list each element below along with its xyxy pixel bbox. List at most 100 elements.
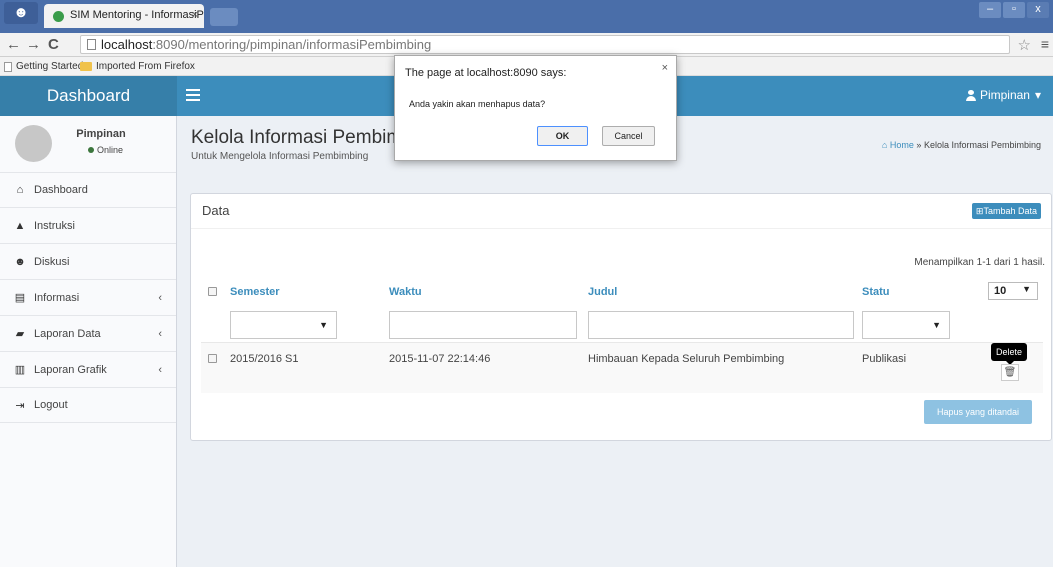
page-size-select[interactable]: 10 ▼ [988,282,1038,300]
users-icon: ☻ [14,255,26,268]
ok-button[interactable]: OK [537,126,588,146]
sidebar-item-laporan-grafik[interactable]: ▥ Laporan Grafik ‹ [0,351,176,387]
home-icon: ⌂ [16,184,24,196]
row-checkbox[interactable] [208,354,217,363]
box-title: Data [202,203,230,218]
caret-down-icon: ▼ [1022,284,1031,294]
user-menu-label: Pimpinan [979,88,1030,102]
chevron-left-icon: ‹ [158,328,162,340]
bookmark-getting-started[interactable]: Getting Started [4,61,83,72]
alert-dialog: The page at localhost:8090 says: × Anda … [394,55,677,161]
cell-judul: Himbauan Kepada Seluruh Pembimbing [588,353,785,365]
table-row: 2015/2016 S1 2015-11-07 22:14:46 Himbaua… [201,342,1043,393]
breadcrumb-current: Kelola Informasi Pembimbing [923,140,1041,150]
minimize-button[interactable]: ‒ [979,2,1001,18]
sidebar-user-name: Pimpinan [76,128,126,140]
select-all-checkbox[interactable] [208,287,217,296]
column-header-judul[interactable]: Judul [588,286,617,298]
page-icon [87,39,96,50]
breadcrumb-separator: » [916,140,922,150]
user-panel: Pimpinan Online [0,116,176,172]
sidebar-item-diskusi[interactable]: ☻ Diskusi [0,243,176,279]
sidebar-item-label: Laporan Grafik [34,363,107,376]
delete-tooltip: Delete [991,343,1028,365]
home-icon: ⌂ [881,140,888,150]
logout-icon: ⇥ [15,399,25,412]
page-subtitle: Untuk Mengelola Informasi Pembimbing [191,151,369,162]
user-status: Online [88,145,123,155]
sidebar-item-informasi[interactable]: ▤ Informasi ‹ [0,279,176,315]
column-header-waktu[interactable]: Waktu [389,286,422,298]
cancel-button[interactable]: Cancel [602,126,655,146]
url-input[interactable]: localhost:8090/mentoring/pimpinan/inform… [80,35,1010,54]
chevron-left-icon: ‹ [158,364,162,376]
sidebar-item-dashboard[interactable]: ⌂ Dashboard [0,172,176,207]
favicon-icon [53,11,64,22]
app-logo[interactable]: Dashboard [0,76,177,116]
breadcrumb-home-link[interactable]: ⌂ Home [882,140,914,150]
user-status-label: Online [97,145,124,155]
cell-semester: 2015/2016 S1 [230,353,299,365]
tab-close-icon[interactable]: × [192,9,198,21]
add-data-button[interactable]: ⊞Tambah Data [971,203,1041,219]
cell-status: Publikasi [862,353,907,365]
breadcrumb: ⌂ Home » Kelola Informasi Pembimbing [882,140,1041,150]
reload-icon[interactable]: C [48,36,59,53]
bookmark-label: Getting Started [16,61,84,72]
data-box: Data ⊞Tambah Data Menampilkan 1-1 dari 1… [190,193,1052,441]
sidebar-item-label: Laporan Data [34,327,101,340]
dialog-title: The page at localhost:8090 says: [405,67,567,79]
maximize-button[interactable]: ▫ [1003,2,1025,18]
close-window-button[interactable]: x [1027,2,1049,18]
url-host: localhost [101,37,153,52]
sidebar-item-laporan-data[interactable]: ▰ Laporan Data ‹ [0,315,176,351]
add-data-label: Tambah Data [983,206,1037,216]
cell-waktu: 2015-11-07 22:14:46 [389,353,491,365]
status-filter-select[interactable]: ▼ [862,311,950,339]
file-icon: ▤ [14,292,26,304]
page-size-value: 10 [994,285,1007,297]
caret-down-icon: ▼ [319,320,328,330]
sidebar-item-logout[interactable]: ⇥ Logout [0,387,176,423]
bookmark-label: Imported From Firefox [96,61,195,72]
column-header-semester[interactable]: Semester [230,286,280,298]
address-bar: ← → C localhost:8090/mentoring/pimpinan/… [0,33,1053,57]
column-header-status[interactable]: Statu [862,286,890,298]
new-tab-button[interactable] [210,8,238,26]
forward-arrow-icon[interactable]: → [26,36,41,53]
folder-icon [80,62,92,71]
browser-tab[interactable]: SIM Mentoring - InformasiPe × [44,4,204,28]
back-arrow-icon[interactable]: ← [6,36,21,53]
tab-title: SIM Mentoring - InformasiPe [70,9,204,21]
bar-chart-icon: ▥ [14,364,26,376]
sidebar-item-label: Logout [34,399,68,411]
dialog-close-icon[interactable]: × [662,62,668,74]
box-header: Data ⊞Tambah Data [191,194,1051,229]
waktu-filter-input[interactable] [389,311,577,339]
sidebar-item-label: Informasi [34,291,80,304]
page-title: Kelola Informasi Pembim [191,127,403,148]
dialog-message: Anda yakin akan menhapus data? [409,99,546,109]
sidebar: Pimpinan Online ⌂ Dashboard ▲ Instruksi … [0,116,177,567]
sidebar-item-label: Dashboard [34,184,88,196]
delete-marked-button[interactable]: Hapus yang ditandai [924,400,1032,424]
sidebar-item-instruksi[interactable]: ▲ Instruksi [0,207,176,243]
warning-icon: ▲ [14,219,26,232]
url-path: :8090/mentoring/pimpinan/informasiPembim… [152,37,432,52]
judul-filter-input[interactable] [588,311,854,339]
caret-down-icon: ▾ [1034,88,1041,102]
online-dot-icon [88,147,94,153]
browser-menu-icon[interactable]: ≡ [1041,36,1049,52]
semester-filter-select[interactable]: ▼ [230,311,337,339]
browser-tab-bar: ☻ SIM Mentoring - InformasiPe × ‒ ▫ x [0,0,1053,33]
bookmark-imported-firefox[interactable]: Imported From Firefox [80,61,195,72]
bookmark-star-icon[interactable]: ☆ [1018,36,1031,54]
avatar [15,125,52,162]
browser-profile-icon[interactable]: ☻ [4,2,38,24]
sidebar-toggle-icon[interactable] [186,89,200,101]
window-controls: ‒ ▫ x [979,2,1049,18]
trash-icon[interactable]: 🗑 [1001,364,1019,381]
sidebar-item-label: Diskusi [34,255,70,268]
user-menu[interactable]: Pimpinan ▾ [965,88,1041,102]
page-icon [4,61,12,72]
